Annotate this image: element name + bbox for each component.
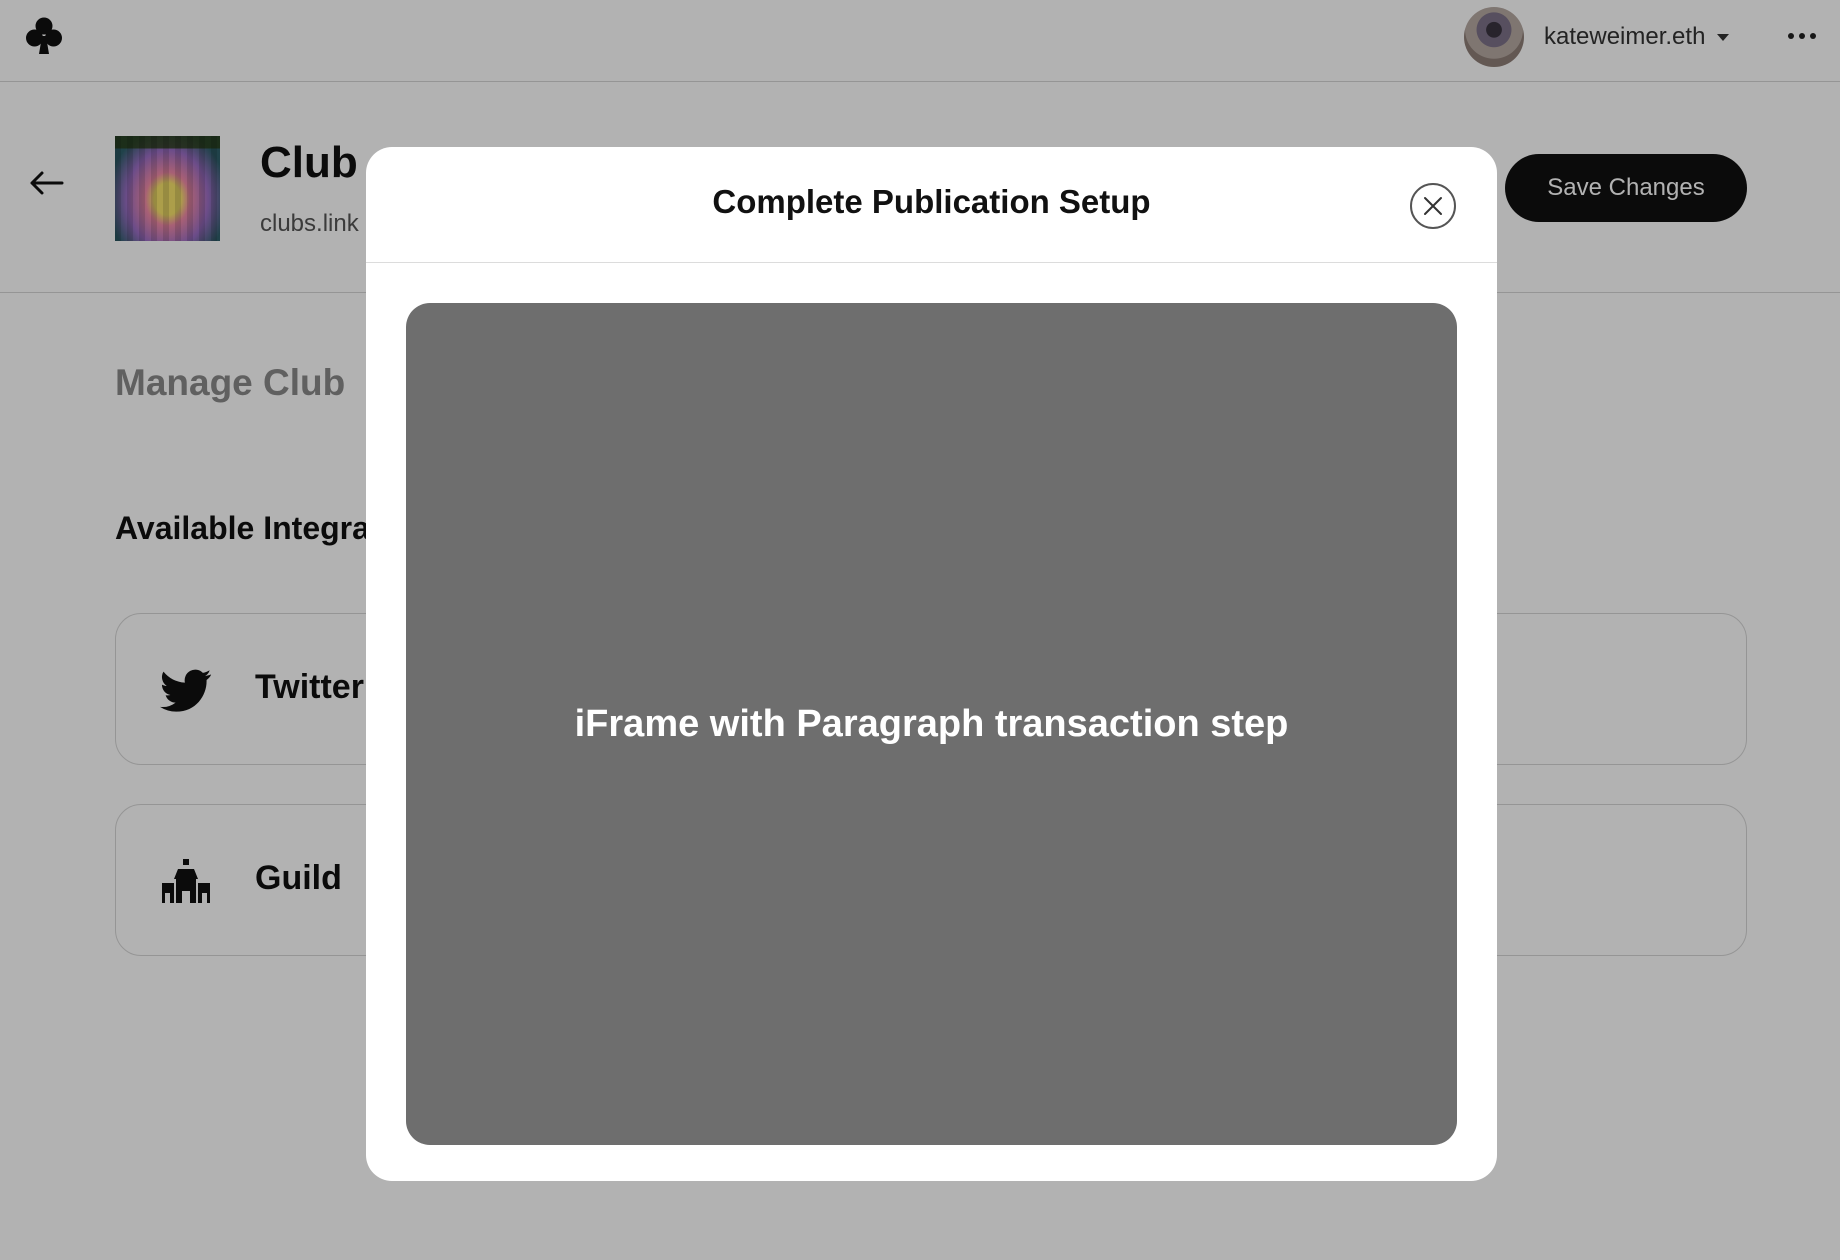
paragraph-iframe[interactable]: iFrame with Paragraph transaction step — [406, 303, 1457, 1145]
close-button[interactable] — [1410, 183, 1456, 229]
page: kateweimer.eth Club clubs.link Save Chan… — [0, 0, 1840, 1260]
modal-header: Complete Publication Setup — [366, 147, 1497, 263]
publication-setup-modal: Complete Publication Setup iFrame with P… — [366, 147, 1497, 1181]
close-icon — [1424, 197, 1442, 215]
iframe-placeholder-text: iFrame with Paragraph transaction step — [574, 702, 1289, 745]
modal-title: Complete Publication Setup — [712, 183, 1151, 220]
